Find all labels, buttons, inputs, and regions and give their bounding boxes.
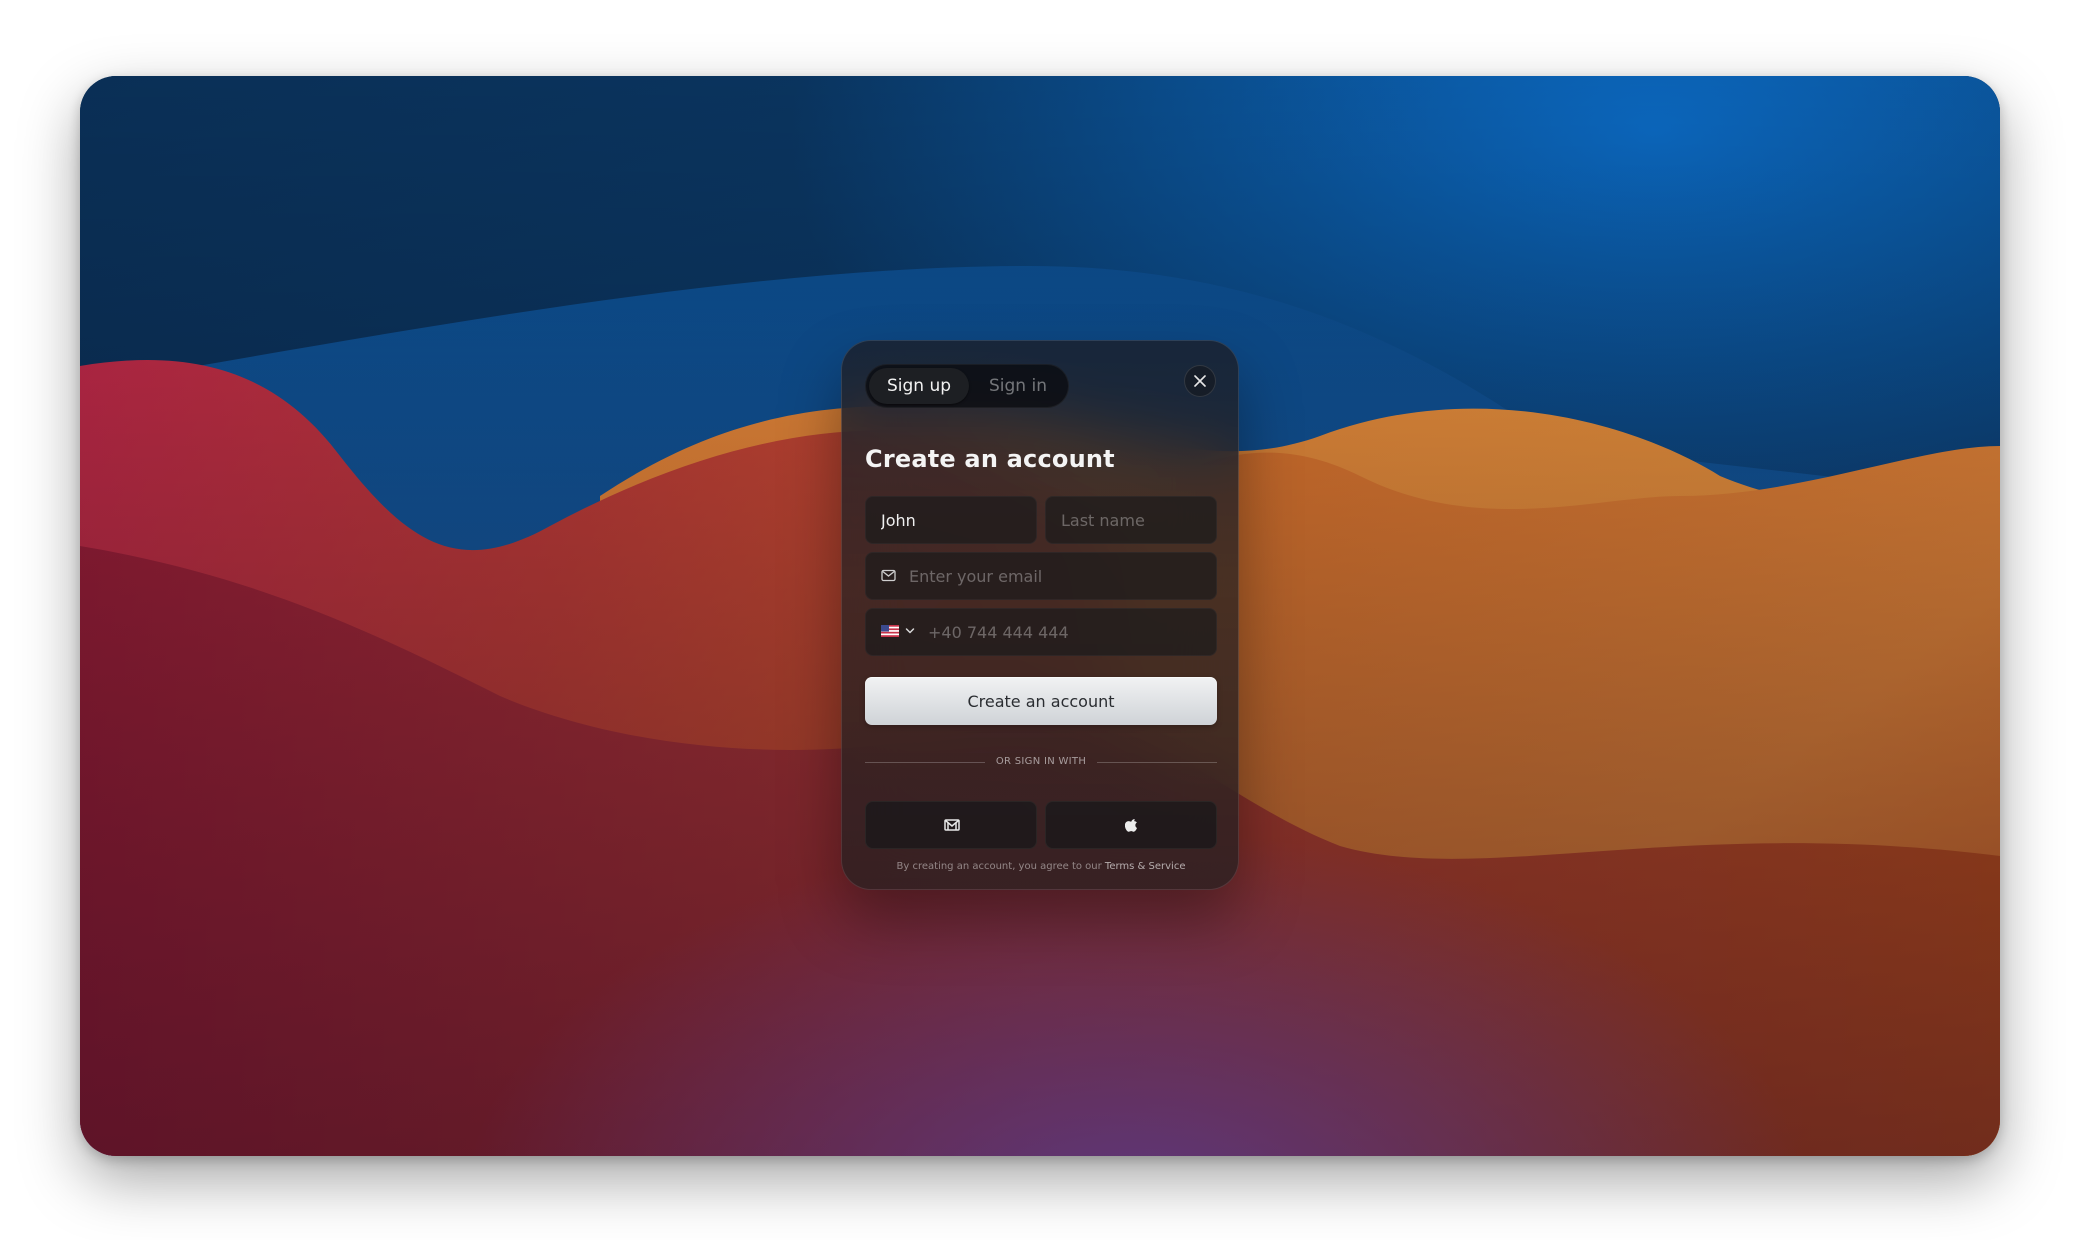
google-signin-button[interactable] [865,801,1037,849]
divider-line-right [1097,762,1217,763]
terms-text: By creating an account, you agree to our [896,861,1105,872]
email-input[interactable] [909,553,1209,599]
last-name-field [1045,496,1217,544]
tab-sign-in[interactable]: Sign in [970,368,1066,404]
page-title: Create an account [865,445,1115,473]
chevron-down-icon [905,628,915,634]
terms-notice: By creating an account, you agree to our… [842,861,1238,872]
first-name-input[interactable] [881,497,1031,543]
desktop: Sign up Sign in Create an account John L… [80,76,2000,1156]
apple-icon [1125,819,1138,832]
first-name-field [865,496,1037,544]
phone-field [865,608,1217,656]
last-name-input[interactable] [1061,497,1211,543]
close-button[interactable] [1184,365,1216,397]
auth-tabs: Sign up Sign in [865,364,1069,408]
phone-input[interactable] [928,609,1208,655]
create-account-button[interactable]: Create an account [865,677,1217,725]
gmail-icon [944,819,960,831]
terms-link[interactable]: Terms & Service [1105,861,1186,872]
us-flag-icon [881,625,899,637]
close-icon [1194,375,1206,387]
email-field [865,552,1217,600]
social-divider: OR SIGN IN WITH [865,755,1217,769]
apple-signin-button[interactable] [1045,801,1217,849]
country-selector[interactable] [879,622,917,642]
mail-icon [881,569,896,582]
tab-sign-up[interactable]: Sign up [869,368,969,404]
auth-modal: Sign up Sign in Create an account John L… [841,340,1239,890]
